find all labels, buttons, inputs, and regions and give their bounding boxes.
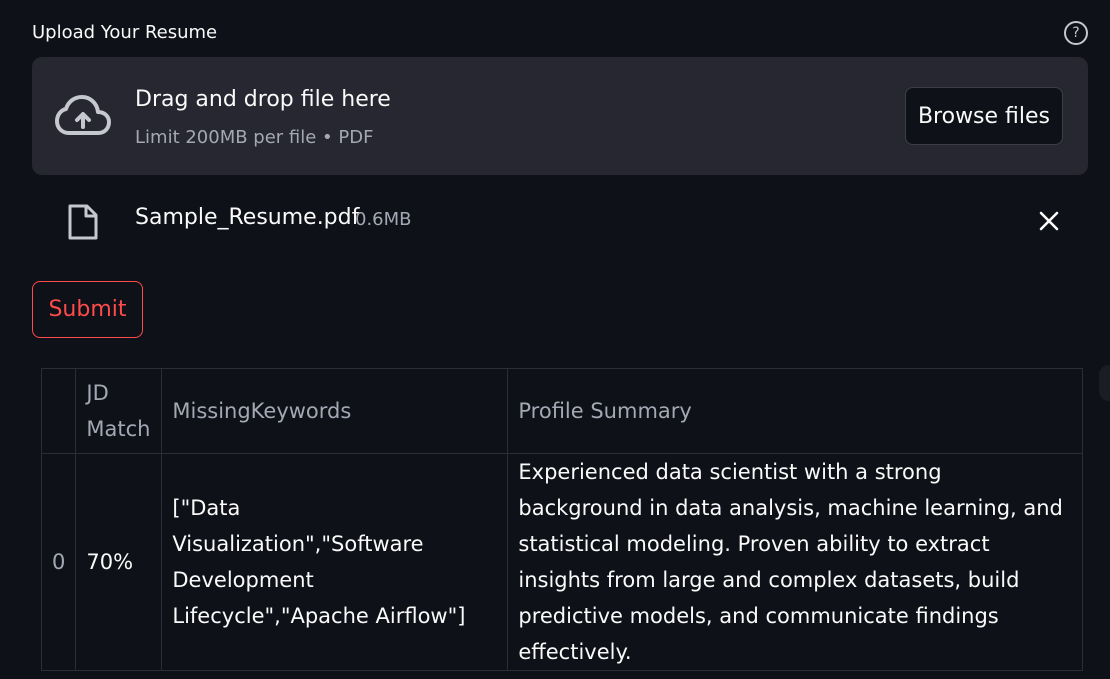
- file-icon: [68, 204, 98, 240]
- table-header-index: [40, 368, 77, 454]
- question-circle-icon[interactable]: ?: [1064, 21, 1088, 45]
- browse-files-button[interactable]: Browse files: [905, 87, 1063, 145]
- table-scrollbar[interactable]: [1099, 365, 1110, 401]
- dropzone-limit: Limit 200MB per file • PDF: [135, 127, 374, 148]
- table-row: 0 70% ["Data Visualization","Software De…: [40, 453, 1084, 671]
- row-profile-summary: Experienced data scientist with a strong…: [507, 453, 1084, 671]
- uploader-label: Upload Your Resume: [32, 22, 218, 43]
- row-missing-keywords: ["Data Visualization","Software Developm…: [161, 453, 509, 671]
- uploaded-file-name: Sample_Resume.pdf: [135, 205, 360, 230]
- table-header-missing-keywords: MissingKeywords: [161, 368, 509, 454]
- table-header-profile-summary: Profile Summary: [507, 368, 1084, 454]
- cloud-upload-icon: [55, 95, 111, 135]
- table-header-jd-match: JD Match: [75, 368, 163, 454]
- uploaded-file-size: 0.6MB: [355, 209, 412, 230]
- row-jd-match: 70%: [75, 453, 163, 671]
- table-header-row: JD Match MissingKeywords Profile Summary: [40, 368, 1084, 454]
- close-icon[interactable]: [1038, 210, 1060, 232]
- row-index: 0: [40, 453, 77, 671]
- submit-button[interactable]: Submit: [32, 281, 143, 338]
- dropzone-title: Drag and drop file here: [135, 87, 391, 112]
- results-table: JD Match MissingKeywords Profile Summary…: [40, 368, 1084, 671]
- file-dropzone[interactable]: Drag and drop file here Limit 200MB per …: [32, 57, 1088, 175]
